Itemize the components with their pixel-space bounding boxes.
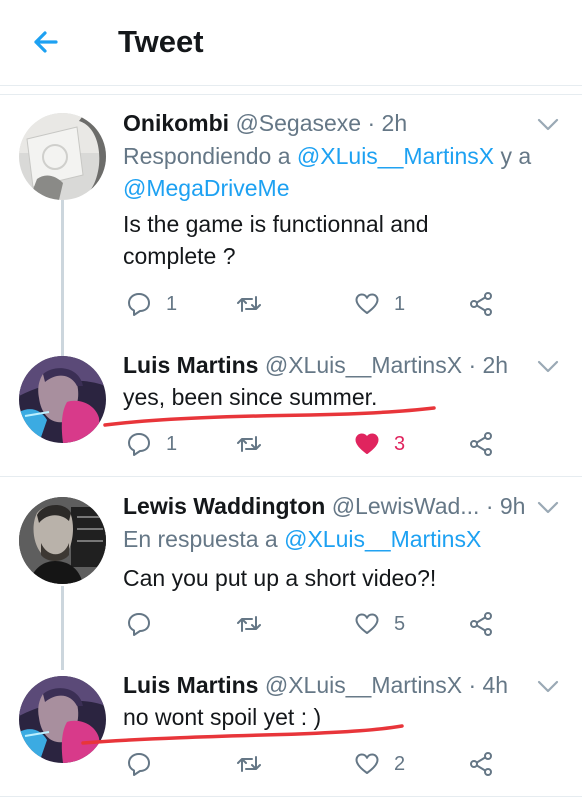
handle-time[interactable]: @LewisWad... · 9h bbox=[332, 493, 526, 519]
divider bbox=[0, 476, 582, 477]
tweet-text: Can you put up a short video?! bbox=[123, 565, 437, 591]
display-name[interactable]: Lewis Waddington bbox=[123, 493, 325, 519]
reply-icon bbox=[128, 613, 150, 636]
red-underline-annotation bbox=[81, 724, 404, 745]
retweet-icon bbox=[237, 616, 261, 632]
tweet-header: Lewis Waddington @LewisWad... · 9h bbox=[123, 491, 525, 521]
share-icon bbox=[470, 612, 492, 636]
share-button[interactable] bbox=[468, 610, 494, 638]
chevron-down-icon[interactable] bbox=[537, 680, 559, 694]
tweet-text-line: Is the game is functionnal and bbox=[123, 211, 429, 237]
chevron-down-icon[interactable] bbox=[537, 501, 559, 515]
reply-prefix: Respondiendo a bbox=[123, 143, 297, 169]
display-name[interactable]: Luis Martins bbox=[123, 672, 258, 698]
retweet-button[interactable] bbox=[236, 290, 276, 318]
replying-to: En respuesta a @XLuis__MartinsX bbox=[123, 523, 553, 555]
avatar-image bbox=[19, 497, 106, 584]
heart-icon bbox=[355, 613, 379, 634]
avatar-image bbox=[19, 356, 106, 443]
like-count: 3 bbox=[394, 432, 406, 455]
tweet-text: Is the game is functionnal and complete … bbox=[123, 208, 543, 272]
reply-icon bbox=[128, 753, 150, 776]
page-title: Tweet bbox=[118, 24, 204, 59]
avatar[interactable] bbox=[19, 497, 106, 584]
chevron-down-icon[interactable] bbox=[537, 360, 559, 374]
heart-icon bbox=[355, 433, 379, 454]
chevron-down-icon[interactable] bbox=[537, 118, 559, 132]
tweet-header: Onikombi @Segasexe · 2h bbox=[123, 108, 407, 138]
reply-button[interactable]: 1 bbox=[126, 290, 177, 318]
share-icon bbox=[470, 752, 492, 776]
back-button[interactable] bbox=[26, 22, 66, 62]
like-button[interactable]: 3 bbox=[354, 430, 405, 458]
like-count: 5 bbox=[394, 612, 406, 635]
share-icon bbox=[470, 292, 492, 316]
retweet-icon bbox=[237, 296, 261, 312]
display-name[interactable]: Onikombi bbox=[123, 110, 229, 136]
tweet-text-line: complete ? bbox=[123, 243, 236, 269]
like-button[interactable]: 1 bbox=[354, 290, 405, 318]
divider bbox=[0, 94, 582, 95]
replying-to: Respondiendo a @XLuis__MartinsX y a @Meg… bbox=[123, 140, 553, 204]
reply-handle[interactable]: @XLuis__MartinsX bbox=[284, 526, 481, 552]
like-count: 1 bbox=[394, 292, 406, 315]
heart-icon bbox=[355, 753, 379, 774]
handle-time[interactable]: @XLuis__MartinsX · 4h bbox=[265, 672, 508, 698]
reply-icon bbox=[128, 293, 150, 316]
avatar-image bbox=[19, 676, 106, 763]
tweet-header: Luis Martins @XLuis__MartinsX · 2h bbox=[123, 350, 508, 380]
thread-connector bbox=[61, 200, 64, 356]
retweet-icon bbox=[237, 436, 261, 452]
reply-handle[interactable]: @MegaDriveMe bbox=[123, 175, 290, 201]
heart-icon bbox=[355, 293, 379, 314]
share-button[interactable] bbox=[468, 430, 494, 458]
red-underline-annotation bbox=[103, 406, 436, 427]
like-count: 2 bbox=[394, 752, 406, 775]
tweet-header: Luis Martins @XLuis__MartinsX · 4h bbox=[123, 670, 508, 700]
back-arrow-icon bbox=[34, 31, 58, 53]
divider bbox=[0, 796, 582, 797]
handle-time[interactable]: @XLuis__MartinsX · 2h bbox=[265, 352, 508, 378]
avatar[interactable] bbox=[19, 356, 106, 443]
reply-button[interactable] bbox=[126, 750, 166, 778]
reply-button[interactable] bbox=[126, 610, 166, 638]
share-button[interactable] bbox=[468, 750, 494, 778]
like-button[interactable]: 2 bbox=[354, 750, 405, 778]
reply-joiner: y a bbox=[494, 143, 532, 169]
retweet-button[interactable] bbox=[236, 430, 276, 458]
retweet-icon bbox=[237, 756, 261, 772]
reply-button[interactable]: 1 bbox=[126, 430, 177, 458]
retweet-button[interactable] bbox=[236, 750, 276, 778]
retweet-button[interactable] bbox=[236, 610, 276, 638]
reply-prefix: En respuesta a bbox=[123, 526, 285, 552]
like-button[interactable]: 5 bbox=[354, 610, 405, 638]
reply-icon bbox=[128, 433, 150, 456]
handle-time[interactable]: @Segasexe · 2h bbox=[235, 110, 407, 136]
avatar-image bbox=[19, 113, 106, 200]
avatar[interactable] bbox=[19, 676, 106, 763]
display-name[interactable]: Luis Martins bbox=[123, 352, 258, 378]
share-button[interactable] bbox=[468, 290, 494, 318]
reply-count: 1 bbox=[166, 292, 178, 315]
share-icon bbox=[470, 432, 492, 456]
reply-count: 1 bbox=[166, 432, 178, 455]
reply-handle[interactable]: @XLuis__MartinsX bbox=[297, 143, 494, 169]
avatar[interactable] bbox=[19, 113, 106, 200]
thread-connector bbox=[61, 586, 64, 670]
top-bar: Tweet bbox=[0, 0, 582, 86]
